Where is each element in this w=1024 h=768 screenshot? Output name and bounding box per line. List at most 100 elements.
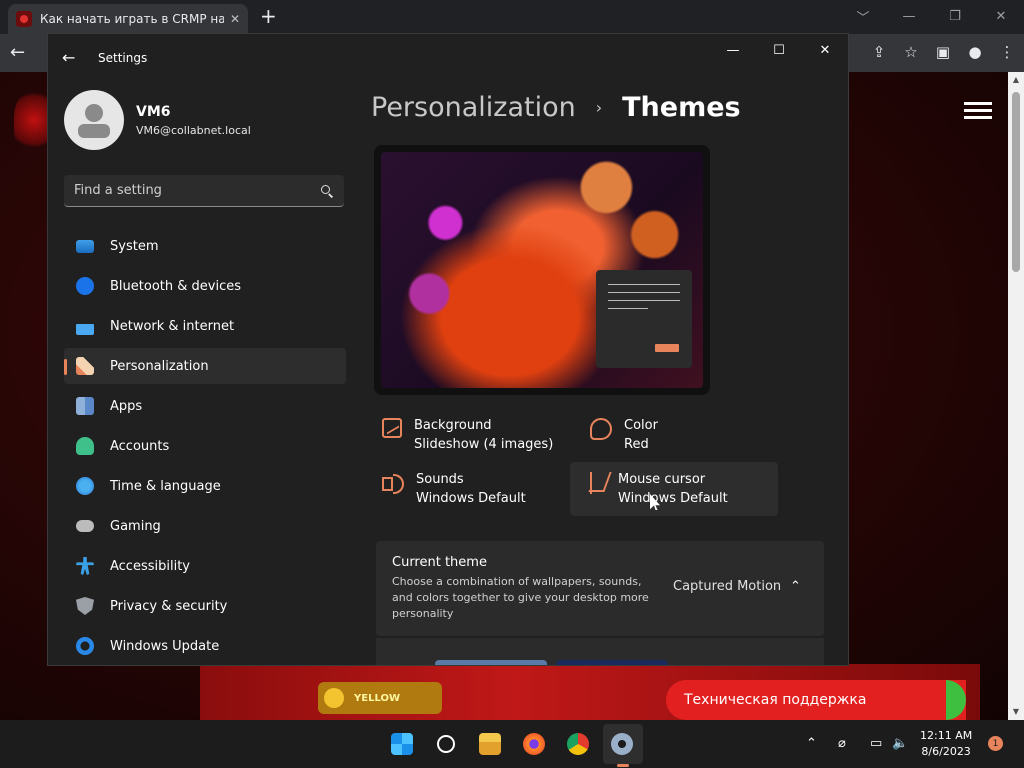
browser-window-controls: ﹀ — ❐ ✕	[840, 0, 1024, 32]
sidebar-item-network[interactable]: Network & internet	[64, 308, 346, 344]
find-setting-search[interactable]	[64, 175, 344, 207]
color-tile[interactable]: Color Red	[580, 408, 788, 462]
accessibility-icon	[76, 557, 94, 575]
sidebar-item-system[interactable]: System	[64, 228, 346, 264]
theme-thumbnail[interactable]	[556, 660, 668, 665]
sidebar-item-label: Accounts	[110, 438, 170, 454]
sidebar-item-accessibility[interactable]: Accessibility	[64, 548, 346, 584]
sidebar-item-privacy[interactable]: Privacy & security	[64, 588, 346, 624]
sidebar-item-label: Gaming	[110, 518, 161, 534]
browser-back-button[interactable]: ←	[10, 42, 25, 63]
settings-minimize-button[interactable]: —	[710, 34, 756, 66]
file-explorer-button[interactable]	[474, 728, 506, 760]
firefox-button[interactable]	[518, 728, 550, 760]
clock[interactable]: 12:11 AM 8/6/2023	[920, 728, 972, 760]
apps-icon	[76, 397, 94, 415]
globe-icon	[76, 477, 94, 495]
chevron-up-icon[interactable]: ⌃	[790, 579, 801, 594]
scroll-thumb[interactable]	[1012, 92, 1020, 272]
avatar	[64, 90, 124, 150]
brush-icon	[76, 357, 94, 375]
settings-taskbar-button[interactable]	[606, 728, 638, 760]
clock-date: 8/6/2023	[921, 745, 971, 758]
sidebar-item-time-language[interactable]: Time & language	[64, 468, 346, 504]
background-value: Slideshow (4 images)	[414, 437, 554, 452]
chrome-button[interactable]	[562, 728, 594, 760]
settings-maximize-button[interactable]: ☐	[756, 34, 802, 66]
image-icon	[382, 418, 402, 438]
sidebar-item-personalization[interactable]: Personalization	[64, 348, 346, 384]
user-email: VM6@collabnet.local	[136, 123, 251, 137]
current-theme-title: Current theme	[392, 555, 487, 570]
file-explorer-icon	[479, 733, 501, 755]
yellow-badge: YELLOW	[318, 682, 442, 714]
display-icon[interactable]: ▭	[870, 736, 882, 751]
search-input[interactable]	[74, 183, 320, 198]
background-tile[interactable]: Background Slideshow (4 images)	[372, 408, 580, 462]
breadcrumb-chevron-icon: ›	[595, 98, 603, 117]
firefox-icon	[523, 733, 545, 755]
sounds-tile[interactable]: Sounds Windows Default	[372, 462, 580, 516]
theme-thumbnail[interactable]	[435, 660, 547, 665]
sidebar-item-label: Apps	[110, 398, 143, 414]
start-icon	[391, 733, 413, 755]
scroll-down-arrow-icon[interactable]: ▼	[1008, 704, 1024, 720]
browser-toolbar-icons: ⇪ ☆ ▣ ● ⋮	[870, 41, 1016, 63]
new-tab-button[interactable]: +	[260, 6, 277, 26]
browser-tab-search-icon[interactable]: ﹀	[840, 0, 886, 32]
search-icon	[437, 735, 455, 753]
settings-title: Settings	[98, 51, 148, 65]
browser-menu-icon[interactable]: ⋮	[998, 41, 1016, 63]
sidebar-item-apps[interactable]: Apps	[64, 388, 346, 424]
bookmark-star-icon[interactable]: ☆	[902, 41, 920, 63]
bluetooth-icon	[76, 277, 94, 295]
notification-badge[interactable]: 1	[988, 736, 1003, 751]
theme-preview	[374, 145, 710, 395]
user-profile[interactable]: VM6 VM6@collabnet.local	[64, 90, 251, 150]
search-icon[interactable]	[320, 184, 334, 198]
share-icon[interactable]: ⇪	[870, 41, 888, 63]
current-theme-value: Captured Motion	[673, 579, 782, 594]
tray-overflow-button[interactable]: ⌃	[806, 736, 817, 751]
start-button[interactable]	[386, 728, 418, 760]
user-name: VM6	[136, 103, 171, 120]
site-menu-icon[interactable]	[964, 102, 992, 119]
sidebar-item-accounts[interactable]: Accounts	[64, 428, 346, 464]
scroll-up-arrow-icon[interactable]: ▲	[1008, 72, 1024, 88]
chrome-icon	[567, 733, 589, 755]
chevron-up-icon[interactable]: ⌃	[806, 736, 817, 751]
settings-back-button[interactable]: ←	[62, 48, 75, 67]
mouse-cursor-value: Windows Default	[618, 491, 728, 506]
browser-tab[interactable]: Как начать играть в CRMP на Android ✕	[8, 4, 248, 34]
side-panel-icon[interactable]: ▣	[934, 41, 952, 63]
network-tray[interactable]: ⌀	[838, 736, 846, 751]
volume-tray[interactable]: 🔈	[892, 736, 908, 751]
current-theme-section[interactable]: Current theme Choose a combination of wa…	[376, 541, 824, 636]
active-app-indicator	[617, 764, 629, 767]
support-button[interactable]: Техническая поддержка	[666, 680, 966, 720]
browser-minimize-button[interactable]: —	[886, 0, 932, 32]
page-scrollbar[interactable]: ▲ ▼	[1008, 72, 1024, 720]
sidebar-item-label: Time & language	[110, 478, 221, 494]
taskbar-search-button[interactable]	[430, 728, 462, 760]
mouse-cursor-tile[interactable]: Mouse cursor Windows Default	[570, 462, 778, 516]
browser-close-button[interactable]: ✕	[978, 0, 1024, 32]
sidebar-item-gaming[interactable]: Gaming	[64, 508, 346, 544]
gamepad-icon	[76, 520, 94, 532]
sidebar-item-bluetooth[interactable]: Bluetooth & devices	[64, 268, 346, 304]
page-title: Themes	[622, 92, 741, 123]
sounds-value: Windows Default	[416, 491, 526, 506]
volume-icon[interactable]: 🔈	[892, 736, 908, 751]
settings-close-button[interactable]: ✕	[802, 34, 848, 66]
display-tray[interactable]: ▭	[870, 736, 882, 751]
browser-restore-button[interactable]: ❐	[932, 0, 978, 32]
sidebar-item-label: Personalization	[110, 358, 209, 374]
cursor-icon	[590, 472, 606, 494]
network-icon[interactable]: ⌀	[838, 736, 846, 751]
profile-icon[interactable]: ●	[966, 41, 984, 63]
tab-close-icon[interactable]: ✕	[230, 12, 240, 26]
sidebar-item-label: Privacy & security	[110, 598, 228, 614]
background-label: Background	[414, 418, 492, 433]
breadcrumb-parent[interactable]: Personalization	[371, 92, 576, 123]
sidebar-item-windows-update[interactable]: Windows Update	[64, 628, 346, 664]
